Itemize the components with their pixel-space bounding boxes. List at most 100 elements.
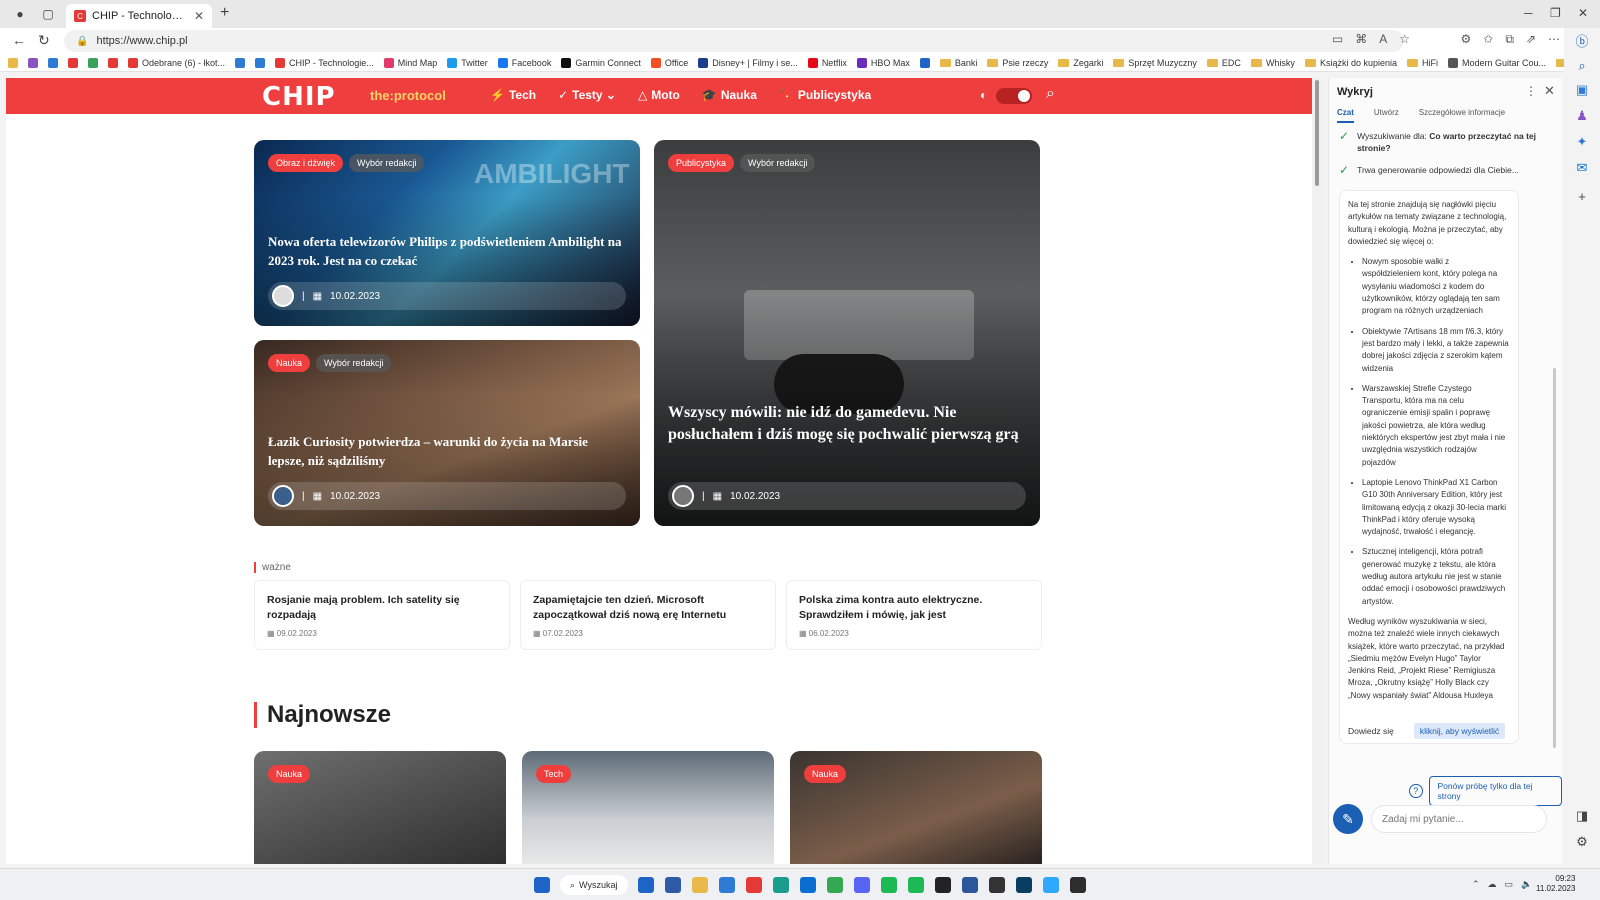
scrollbar-thumb[interactable]	[1315, 80, 1319, 186]
taskbar-app-icon[interactable]	[773, 877, 789, 893]
briefcase-icon[interactable]: ▣	[1574, 82, 1590, 98]
article-title[interactable]: Łazik Curiosity potwierdza – warunki do …	[268, 432, 624, 470]
category-badge[interactable]: Nauka	[804, 765, 847, 783]
taskbar-search[interactable]: ⌕ Wyszukaj	[560, 875, 628, 895]
nav-item[interactable]: △ Moto	[638, 88, 680, 102]
start-icon[interactable]	[534, 877, 550, 893]
favorite-item[interactable]: HiFi	[1406, 58, 1438, 68]
taskbar-app-icon[interactable]	[746, 877, 762, 893]
nav-item[interactable]: ✓ Testy ⌄	[558, 88, 616, 102]
clock[interactable]: 09:23 11.02.2023	[1536, 874, 1575, 894]
category-badge[interactable]: Nauka	[268, 354, 311, 372]
author-avatar[interactable]	[272, 285, 294, 307]
featured-card-ambilight[interactable]: AMBILIGHT Obraz i dźwięk Wybór redakcji …	[254, 140, 640, 326]
chip-logo[interactable]: CHIP	[262, 82, 336, 112]
article-title[interactable]: Zapamiętajcie ten dzień. Microsoft zapoc…	[533, 593, 763, 623]
favorite-item[interactable]: Office	[650, 57, 688, 68]
tab-chat[interactable]: Czat	[1337, 108, 1354, 123]
favorite-item[interactable]	[28, 57, 38, 68]
article-title[interactable]: Rosjanie mają problem. Ich satelity się …	[267, 593, 497, 623]
more-options-icon[interactable]: ⋮	[1525, 84, 1537, 98]
maximize-icon[interactable]: ❐	[1550, 6, 1561, 20]
favorite-item[interactable]	[235, 57, 246, 68]
favorite-item[interactable]: EDC	[1206, 58, 1241, 68]
favorite-item[interactable]: Banki	[939, 58, 977, 68]
author-avatar[interactable]	[272, 485, 294, 507]
people-icon[interactable]: ♟	[1574, 108, 1590, 124]
outlook-icon[interactable]: ✉	[1574, 160, 1590, 176]
dark-mode-toggle[interactable]	[996, 88, 1032, 104]
taskbar-app-icon[interactable]	[854, 877, 870, 893]
apps-icon[interactable]: ⌘	[1355, 32, 1367, 46]
favorite-item[interactable]: Netflix	[807, 57, 847, 68]
close-window-icon[interactable]: ✕	[1578, 6, 1588, 20]
important-article-2[interactable]: Zapamiętajcie ten dzień. Microsoft zapoc…	[520, 580, 776, 650]
help-icon[interactable]: ?	[1409, 784, 1423, 798]
editor-pick-badge[interactable]: Wybór redakcji	[349, 154, 425, 172]
category-badge[interactable]: Obraz i dźwięk	[268, 154, 344, 172]
editor-pick-badge[interactable]: Wybór redakcji	[740, 154, 816, 172]
sidebar-scrollbar[interactable]	[1553, 368, 1556, 748]
favorite-item[interactable]	[88, 57, 98, 68]
refresh-icon[interactable]: ↻	[38, 32, 50, 49]
add-icon[interactable]: +	[1574, 188, 1590, 204]
page-scrollbar[interactable]	[1312, 78, 1322, 864]
address-bar[interactable]: 🔒 https://www.chip.pl	[64, 30, 1404, 52]
tab-compose[interactable]: Utwórz	[1374, 108, 1399, 123]
back-icon[interactable]: ←	[12, 32, 26, 48]
tab-insights[interactable]: Szczegółowe informacje	[1419, 108, 1505, 123]
taskbar-app-icon[interactable]	[800, 877, 816, 893]
favorite-item[interactable]: CHIP - Technologie...	[275, 57, 374, 68]
important-article-1[interactable]: Rosjanie mają problem. Ich satelity się …	[254, 580, 510, 650]
cloud-icon[interactable]: ☁	[1488, 879, 1497, 890]
article-title[interactable]: Nowa oferta telewizorów Philips z podświ…	[268, 232, 624, 270]
taskbar-app-icon[interactable]	[989, 877, 1005, 893]
favorite-item[interactable]	[68, 57, 78, 68]
profile-icon[interactable]: ●	[12, 6, 28, 22]
favorite-item[interactable]: Zegarki	[1058, 58, 1103, 68]
taskbar-app-icon[interactable]	[1070, 877, 1086, 893]
featured-card-curiosity[interactable]: Nauka Wybór redakcji Łazik Curiosity pot…	[254, 340, 640, 526]
sidebar-toggle-icon[interactable]: ◨	[1574, 808, 1590, 824]
display-icon[interactable]: ▭	[1505, 879, 1514, 890]
share-icon[interactable]: ⇗	[1526, 32, 1536, 47]
latest-card-3[interactable]: Nauka	[790, 751, 1042, 864]
text-size-icon[interactable]: A	[1379, 32, 1387, 46]
close-icon[interactable]: ✕	[1544, 83, 1555, 99]
favorite-item[interactable]: Modern Guitar Cou...	[1447, 57, 1546, 68]
favorite-item[interactable]	[8, 57, 18, 68]
favorite-item[interactable]	[919, 57, 930, 68]
author-avatar[interactable]	[672, 485, 694, 507]
favorite-item[interactable]: HBO Max	[856, 57, 910, 68]
favorite-item[interactable]: Psie rzeczy	[987, 58, 1048, 68]
taskbar-app-icon[interactable]	[827, 877, 843, 893]
nav-item[interactable]: 🔖 Publicystyka	[779, 88, 871, 102]
category-badge[interactable]: Nauka	[268, 765, 311, 783]
minimize-icon[interactable]: ─	[1524, 6, 1533, 20]
favorite-item[interactable]: Twitter	[447, 57, 488, 68]
taskbar-app-icon[interactable]	[881, 877, 897, 893]
chevron-up-icon[interactable]: ⌃	[1472, 879, 1480, 890]
latest-card-2[interactable]: Tech	[522, 751, 774, 864]
settings-icon[interactable]: ⚙	[1574, 834, 1590, 850]
more-icon[interactable]: ⋯	[1548, 32, 1560, 47]
bing-icon[interactable]: ⓑ	[1574, 32, 1590, 49]
collections-icon[interactable]: ⧉	[1505, 32, 1514, 47]
favorite-item[interactable]	[108, 57, 118, 68]
new-tab-icon[interactable]: +	[220, 4, 229, 22]
search-icon[interactable]: ⌕	[1574, 58, 1590, 74]
taskbar-app-icon[interactable]	[962, 877, 978, 893]
taskbar-app-icon[interactable]	[908, 877, 924, 893]
article-title[interactable]: Polska zima kontra auto elektryczne. Spr…	[799, 593, 1029, 623]
taskbar-app-icon[interactable]	[719, 877, 735, 893]
protocol-logo[interactable]: the:protocol	[370, 88, 446, 103]
retry-page-button[interactable]: Ponów próbę tylko dla tej strony	[1428, 776, 1562, 806]
tab-actions-icon[interactable]: ▢	[40, 6, 56, 22]
games-icon[interactable]: ✦	[1574, 134, 1590, 150]
favorite-item[interactable]: Sprzęt Muzyczny	[1113, 58, 1197, 68]
search-icon[interactable]: ⌕	[1046, 85, 1055, 103]
favorite-item[interactable]	[48, 57, 58, 68]
favorite-item[interactable]: Książki do kupienia	[1304, 58, 1397, 68]
nav-item[interactable]: 🎓 Nauka	[702, 88, 757, 102]
taskbar-app-icon[interactable]	[1016, 877, 1032, 893]
